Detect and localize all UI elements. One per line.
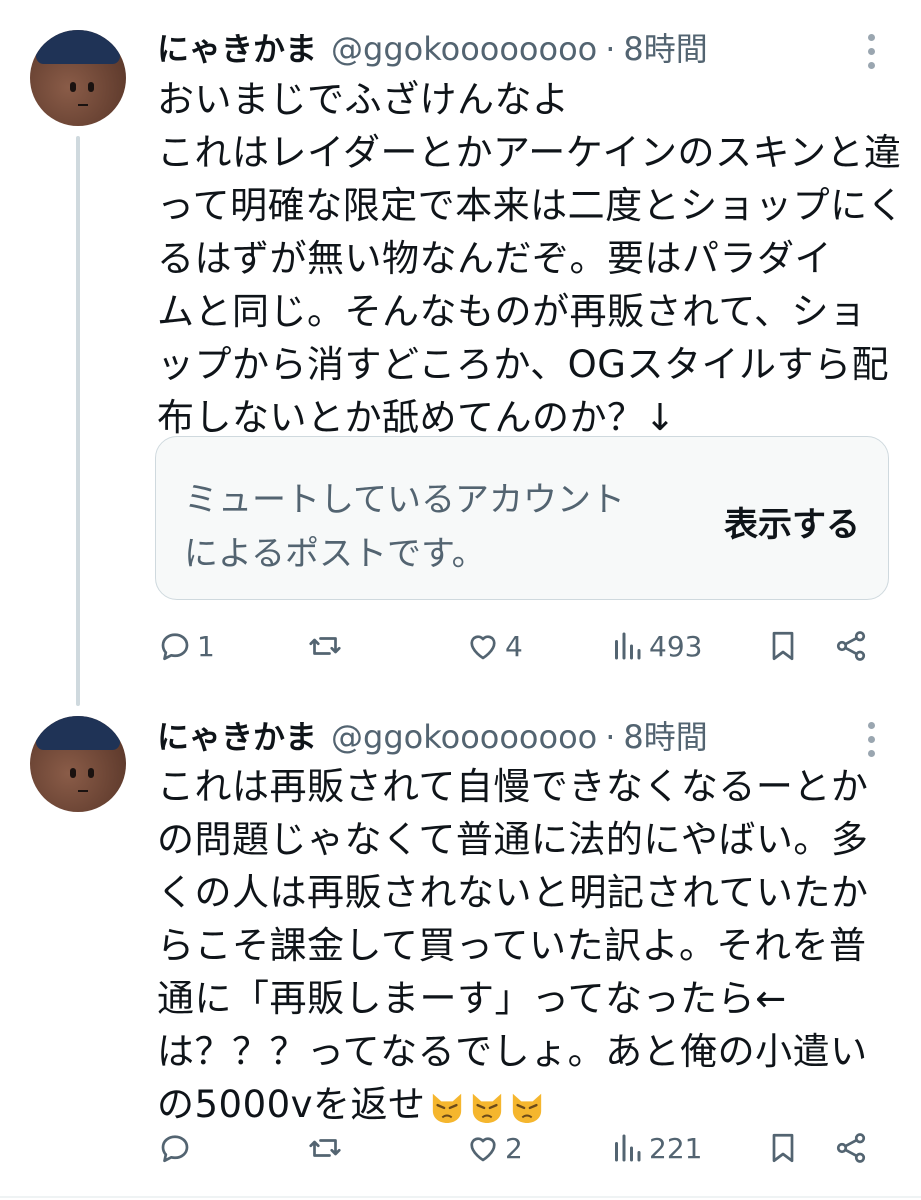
post-text-line: らこそ課金して買っていた訳よ。それを普 <box>157 924 867 967</box>
post-text-line: おいまじでふざけんなよ <box>157 78 570 121</box>
post-text-last: の5000vを返せ <box>157 1083 426 1126</box>
share-button[interactable] <box>833 1130 869 1166</box>
muted-post-notice: ミュートしているアカウント によるポストです。 表示する <box>155 436 889 600</box>
repost-icon <box>309 637 341 655</box>
pouting-cat-emoji <box>512 1093 541 1123</box>
post-text-line: の問題じゃなくて普通に法的にやばい。多 <box>157 818 869 861</box>
muted-notice-line: によるポストです。 <box>184 534 486 574</box>
like-button[interactable]: 2 <box>465 1130 523 1166</box>
reply-count: 1 <box>197 629 215 663</box>
post-text-line: くの人は再販されないと明記されていたか <box>157 871 869 914</box>
reply-button[interactable] <box>157 1130 197 1166</box>
post-text-line: これはレイダーとかアーケインのスキンと違 <box>157 131 902 174</box>
views-button[interactable]: 493 <box>609 628 702 664</box>
separator-dot: · <box>605 30 616 68</box>
post[interactable]: にゃきかま @ggokoooooooo · 8時間 おいまじでふざけんなよ これ… <box>0 0 921 706</box>
more-icon[interactable] <box>866 32 878 72</box>
post-text-line: るはずが無い物なんだぞ。要はパラダイ <box>157 237 832 280</box>
bookmark-button[interactable] <box>765 1130 801 1166</box>
action-bar: 1 4 493 <box>157 628 877 672</box>
post[interactable]: にゃきかま @ggokoooooooo · 8時間 これは再販されて自慢できなく… <box>0 700 921 1200</box>
post-text: これは再販されて自慢できなくなるーとか の問題じゃなくて普通に法的にやばい。多 … <box>157 760 892 1131</box>
share-icon <box>836 1133 866 1163</box>
post-text-line: ムと同じ。そんなものが再販されて、ショ <box>157 290 867 333</box>
post-text-line: 通に「再販しまーす」ってなったら← <box>157 977 787 1020</box>
thread-connector <box>76 136 80 706</box>
display-name[interactable]: にゃきかま <box>157 712 317 758</box>
repost-icon <box>309 1139 341 1157</box>
post-timestamp[interactable]: 8時間 <box>623 24 707 70</box>
show-post-button[interactable]: 表示する <box>724 497 860 546</box>
like-count: 2 <box>505 1131 523 1165</box>
user-handle[interactable]: @ggokoooooooo <box>331 718 597 756</box>
avatar[interactable] <box>30 30 126 126</box>
views-button[interactable]: 221 <box>609 1130 702 1166</box>
user-handle[interactable]: @ggokoooooooo <box>331 30 597 68</box>
action-bar: 2 221 <box>157 1130 877 1174</box>
muted-notice-line: ミュートしているアカウント <box>184 480 625 520</box>
post-text-line: ップから消すどころか、OGスタイルすら配 <box>157 343 889 386</box>
reply-button[interactable]: 1 <box>157 628 215 664</box>
heart-icon <box>470 635 496 660</box>
post-text: おいまじでふざけんなよ これはレイダーとかアーケインのスキンと違 って明確な限定… <box>157 73 905 444</box>
avatar[interactable] <box>30 716 126 812</box>
more-icon[interactable] <box>866 720 878 760</box>
post-text-line: これは再販されて自慢できなくなるーとか <box>157 765 869 808</box>
post-timestamp[interactable]: 8時間 <box>623 712 707 758</box>
heart-icon <box>470 1137 496 1162</box>
post-text-line: は？？？ってなるでしょ。あと俺の小遣い <box>157 1030 868 1073</box>
post-text-line: って明確な限定で本来は二度とショップにく <box>157 184 905 227</box>
views-icon <box>615 632 641 660</box>
post-header: にゃきかま @ggokoooooooo · 8時間 <box>157 24 708 70</box>
share-icon <box>836 631 866 661</box>
reply-icon <box>161 1135 189 1163</box>
bookmark-button[interactable] <box>765 628 801 664</box>
like-button[interactable]: 4 <box>465 628 523 664</box>
post-text-line: の5000vを返せ <box>157 1078 892 1131</box>
reply-icon <box>161 633 189 661</box>
share-button[interactable] <box>833 628 869 664</box>
bookmark-icon <box>772 1133 794 1163</box>
display-name[interactable]: にゃきかま <box>157 24 317 70</box>
like-count: 4 <box>505 629 523 663</box>
pouting-cat-emoji <box>432 1093 461 1123</box>
views-icon <box>615 1134 641 1162</box>
muted-notice-text: ミュートしているアカウント によるポストです。 <box>184 473 625 581</box>
repost-button[interactable] <box>307 1130 347 1166</box>
repost-button[interactable] <box>307 628 347 664</box>
view-count: 493 <box>649 629 703 663</box>
view-count: 221 <box>649 1131 703 1165</box>
post-header: にゃきかま @ggokoooooooo · 8時間 <box>157 712 708 758</box>
divider <box>0 1196 921 1198</box>
bookmark-icon <box>772 631 794 661</box>
separator-dot: · <box>605 718 616 756</box>
pouting-cat-emoji <box>472 1093 501 1123</box>
